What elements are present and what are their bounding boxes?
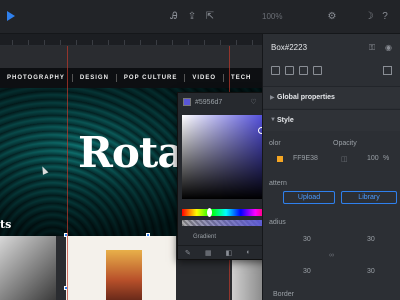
- nav-item-photography[interactable]: PHOTOGRAPHY: [0, 74, 73, 82]
- link-icon[interactable]: ∞: [329, 252, 334, 259]
- nav-item-pop-culture[interactable]: POP CULTURE: [117, 74, 186, 82]
- eyedropper-icon[interactable]: ✎: [185, 249, 191, 257]
- hex-input[interactable]: #5956d7: [195, 99, 245, 106]
- export-icon[interactable]: ⇱: [204, 11, 216, 23]
- hue-knob[interactable]: [207, 208, 212, 217]
- upload-button[interactable]: Upload: [283, 191, 335, 204]
- send-back-icon[interactable]: [313, 66, 322, 75]
- thumbnail-artwork: [106, 250, 142, 300]
- moon-icon[interactable]: ☽: [363, 11, 375, 23]
- top-toolbar: Ꭿ ⇪ ⇱ 100% ⚙ ☽ ?: [0, 0, 400, 34]
- site-nav: PHOTOGRAPHY DESIGN POP CULTURE VIDEO TEC…: [0, 68, 262, 88]
- opacity-unit: %: [383, 155, 390, 162]
- zoom-level[interactable]: 100%: [262, 12, 282, 21]
- bring-front-icon[interactable]: [271, 66, 280, 75]
- radius-top-left-input[interactable]: 30: [303, 236, 311, 243]
- color-label: olor: [269, 140, 281, 147]
- alpha-slider[interactable]: [182, 219, 273, 227]
- nav-item-design[interactable]: DESIGN: [73, 74, 117, 82]
- settings-icon[interactable]: ⚙: [326, 11, 338, 23]
- opacity-icon: ◫: [341, 156, 348, 163]
- selected-box[interactable]: [66, 236, 176, 300]
- eye-icon[interactable]: ◉: [385, 43, 392, 52]
- current-color-swatch: [183, 98, 191, 106]
- nav-item-video[interactable]: VIDEO: [185, 74, 225, 82]
- upload-icon[interactable]: ⇪: [186, 11, 198, 23]
- section-label[interactable]: Global properties: [277, 94, 335, 101]
- chevron-right-icon: ▶: [270, 95, 275, 101]
- pattern-label: attern: [269, 180, 287, 187]
- help-icon[interactable]: ?: [379, 11, 391, 23]
- arrange-icons: [271, 66, 322, 75]
- opacity-label: Opacity: [333, 140, 357, 147]
- radius-label: adius: [269, 219, 286, 226]
- send-backward-icon[interactable]: [299, 66, 308, 75]
- color-hex-input[interactable]: FF9E38: [293, 155, 318, 162]
- radius-bottom-left-input[interactable]: 30: [303, 268, 311, 275]
- bring-forward-icon[interactable]: [285, 66, 294, 75]
- global-properties-section[interactable]: ▶ Global properties: [263, 86, 400, 108]
- layout-icon[interactable]: [383, 66, 392, 75]
- resize-handle[interactable]: [146, 233, 150, 237]
- horizontal-ruler: [0, 34, 262, 46]
- section-label[interactable]: Style: [277, 117, 294, 124]
- saturation-value-area[interactable]: [182, 115, 274, 199]
- palette-icon[interactable]: ◐: [246, 249, 250, 256]
- inspector-panel: Box#2223 ⚿ ◉ ▶ Global properties ▼ Style…: [262, 34, 400, 300]
- guide-line: [67, 46, 68, 300]
- library-button[interactable]: Library: [341, 191, 397, 204]
- section-heading[interactable]: ts: [0, 218, 11, 231]
- radius-bottom-right-input[interactable]: 30: [367, 268, 375, 275]
- style-section[interactable]: ▼ Style: [263, 109, 400, 131]
- swatches-icon[interactable]: ◧: [226, 249, 233, 257]
- thumbnail-image[interactable]: [0, 236, 56, 300]
- chevron-down-icon: ▼: [270, 117, 276, 123]
- border-label: Border: [273, 291, 295, 298]
- gradient-label[interactable]: Gradient: [193, 234, 216, 240]
- grid-icon[interactable]: ▦: [205, 249, 212, 257]
- opacity-input[interactable]: 100: [367, 155, 379, 162]
- radius-top-right-input[interactable]: 30: [367, 236, 375, 243]
- hue-slider[interactable]: [182, 208, 270, 217]
- play-icon[interactable]: [7, 11, 15, 21]
- hero-title[interactable]: Rota: [78, 128, 185, 177]
- element-title: Box#2223: [271, 43, 308, 52]
- color-swatch[interactable]: [277, 156, 283, 162]
- lock-icon[interactable]: ⚿: [369, 43, 375, 53]
- heart-icon[interactable]: ♡: [249, 98, 258, 106]
- text-tool-icon[interactable]: Ꭿ: [168, 11, 180, 23]
